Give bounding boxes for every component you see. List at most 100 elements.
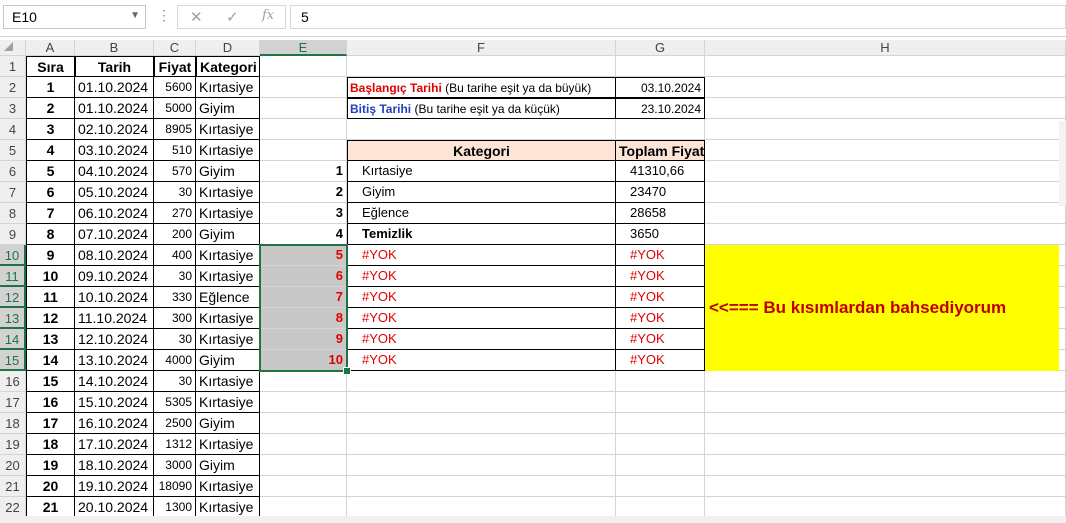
row-header-1[interactable]: 1 (0, 56, 26, 77)
summary-kategori-cell[interactable]: #YOK (347, 287, 616, 308)
summary-kategori-cell[interactable]: #YOK (347, 245, 616, 266)
row-header-19[interactable]: 19 (0, 434, 26, 455)
summary-toplam-cell[interactable]: #YOK (616, 308, 705, 329)
spreadsheet-grid[interactable]: A B C D E F G H 1 2 3 4 5 6 7 8 9 10 11 12 13 14 15 16 17 18 19 20 2… (0, 40, 1066, 523)
kategori-cell[interactable]: Kırtasiye (196, 140, 260, 161)
grid-cell[interactable] (616, 476, 705, 497)
header-kategori[interactable]: Kategori (196, 56, 260, 77)
fiyat-cell[interactable]: 4000 (154, 350, 196, 371)
horizontal-scrollbar[interactable] (0, 516, 1066, 523)
end-date-value[interactable]: 23.10.2024 (616, 98, 705, 119)
summary-no-cell[interactable]: 8 (260, 308, 347, 329)
row-header-9[interactable]: 9 (0, 224, 26, 245)
column-header-d[interactable]: D (196, 40, 260, 56)
row-header-21[interactable]: 21 (0, 476, 26, 497)
fiyat-cell[interactable]: 30 (154, 371, 196, 392)
summary-header-toplam[interactable]: Toplam Fiyat (616, 140, 705, 161)
summary-toplam-cell[interactable]: #YOK (616, 329, 705, 350)
kategori-cell[interactable]: Kırtasiye (196, 476, 260, 497)
summary-kategori-cell[interactable]: #YOK (347, 329, 616, 350)
summary-toplam-cell[interactable]: #YOK (616, 245, 705, 266)
grid-cell[interactable] (705, 56, 1066, 77)
kategori-cell[interactable]: Kırtasiye (196, 371, 260, 392)
row-header-12[interactable]: 12 (0, 287, 26, 308)
summary-toplam-cell[interactable]: #YOK (616, 266, 705, 287)
grid-cell[interactable] (347, 434, 616, 455)
sira-cell[interactable]: 21 (26, 497, 75, 518)
fill-handle[interactable] (343, 367, 351, 375)
sira-cell[interactable]: 10 (26, 266, 75, 287)
grid-cell[interactable] (616, 56, 705, 77)
tarih-cell[interactable]: 18.10.2024 (75, 455, 154, 476)
tarih-cell[interactable]: 13.10.2024 (75, 350, 154, 371)
grid-cell[interactable] (260, 77, 347, 98)
grid-cell[interactable] (347, 413, 616, 434)
row-header-18[interactable]: 18 (0, 413, 26, 434)
kategori-cell[interactable]: Kırtasiye (196, 245, 260, 266)
fiyat-cell[interactable]: 1300 (154, 497, 196, 518)
cancel-icon[interactable]: ✕ (190, 8, 203, 26)
grid-cell[interactable] (705, 98, 1066, 119)
fiyat-cell[interactable]: 330 (154, 287, 196, 308)
kategori-cell[interactable]: Giyim (196, 455, 260, 476)
fiyat-cell[interactable]: 3000 (154, 455, 196, 476)
summary-no-cell[interactable]: 2 (260, 182, 347, 203)
grid-cell[interactable] (260, 413, 347, 434)
header-sira[interactable]: Sıra (26, 56, 75, 77)
tarih-cell[interactable]: 10.10.2024 (75, 287, 154, 308)
summary-kategori-cell[interactable]: Kırtasiye (347, 161, 616, 182)
start-date-label[interactable]: Başlangıç Tarihi (Bu tarihe eşit ya da b… (347, 77, 616, 98)
sira-cell[interactable]: 12 (26, 308, 75, 329)
tarih-cell[interactable]: 14.10.2024 (75, 371, 154, 392)
kategori-cell[interactable]: Kırtasiye (196, 308, 260, 329)
summary-kategori-cell[interactable]: Eğlence (347, 203, 616, 224)
tarih-cell[interactable]: 02.10.2024 (75, 119, 154, 140)
summary-kategori-cell[interactable]: #YOK (347, 308, 616, 329)
fiyat-cell[interactable]: 8905 (154, 119, 196, 140)
summary-no-cell[interactable]: 3 (260, 203, 347, 224)
grid-cell[interactable] (705, 497, 1066, 518)
tarih-cell[interactable]: 15.10.2024 (75, 392, 154, 413)
column-header-f[interactable]: F (347, 40, 616, 56)
sira-cell[interactable]: 8 (26, 224, 75, 245)
kategori-cell[interactable]: Kırtasiye (196, 203, 260, 224)
tarih-cell[interactable]: 11.10.2024 (75, 308, 154, 329)
summary-toplam-cell[interactable]: #YOK (616, 350, 705, 371)
row-header-11[interactable]: 11 (0, 266, 26, 287)
tarih-cell[interactable]: 01.10.2024 (75, 98, 154, 119)
select-all-corner[interactable] (0, 40, 26, 56)
chevron-down-icon[interactable]: ▼ (130, 10, 140, 21)
row-header-5[interactable]: 5 (0, 140, 26, 161)
grid-cell[interactable] (260, 140, 347, 161)
sira-cell[interactable]: 6 (26, 182, 75, 203)
row-header-22[interactable]: 22 (0, 497, 26, 518)
grid-cell[interactable] (705, 119, 1066, 140)
grid-cell[interactable] (616, 371, 705, 392)
grid-cell[interactable] (705, 140, 1066, 161)
header-fiyat[interactable]: Fiyat (154, 56, 196, 77)
grid-cell[interactable] (616, 497, 705, 518)
summary-toplam-cell[interactable]: #YOK (616, 287, 705, 308)
tarih-cell[interactable]: 04.10.2024 (75, 161, 154, 182)
row-header-14[interactable]: 14 (0, 329, 26, 350)
enter-icon[interactable]: ✓ (226, 8, 239, 26)
sira-cell[interactable]: 3 (26, 119, 75, 140)
row-header-13[interactable]: 13 (0, 308, 26, 329)
header-tarih[interactable]: Tarih (75, 56, 154, 77)
kategori-cell[interactable]: Giyim (196, 350, 260, 371)
tarih-cell[interactable]: 05.10.2024 (75, 182, 154, 203)
sira-cell[interactable]: 18 (26, 434, 75, 455)
sira-cell[interactable]: 9 (26, 245, 75, 266)
summary-kategori-cell[interactable]: #YOK (347, 350, 616, 371)
summary-no-cell[interactable]: 4 (260, 224, 347, 245)
fiyat-cell[interactable]: 5000 (154, 98, 196, 119)
column-header-h[interactable]: H (705, 40, 1066, 56)
tarih-cell[interactable]: 17.10.2024 (75, 434, 154, 455)
kategori-cell[interactable]: Kırtasiye (196, 77, 260, 98)
grid-cell[interactable] (260, 119, 347, 140)
sira-cell[interactable]: 11 (26, 287, 75, 308)
grid-cell[interactable] (616, 434, 705, 455)
grid-cell[interactable] (260, 476, 347, 497)
row-header-4[interactable]: 4 (0, 119, 26, 140)
column-header-a[interactable]: A (26, 40, 75, 56)
